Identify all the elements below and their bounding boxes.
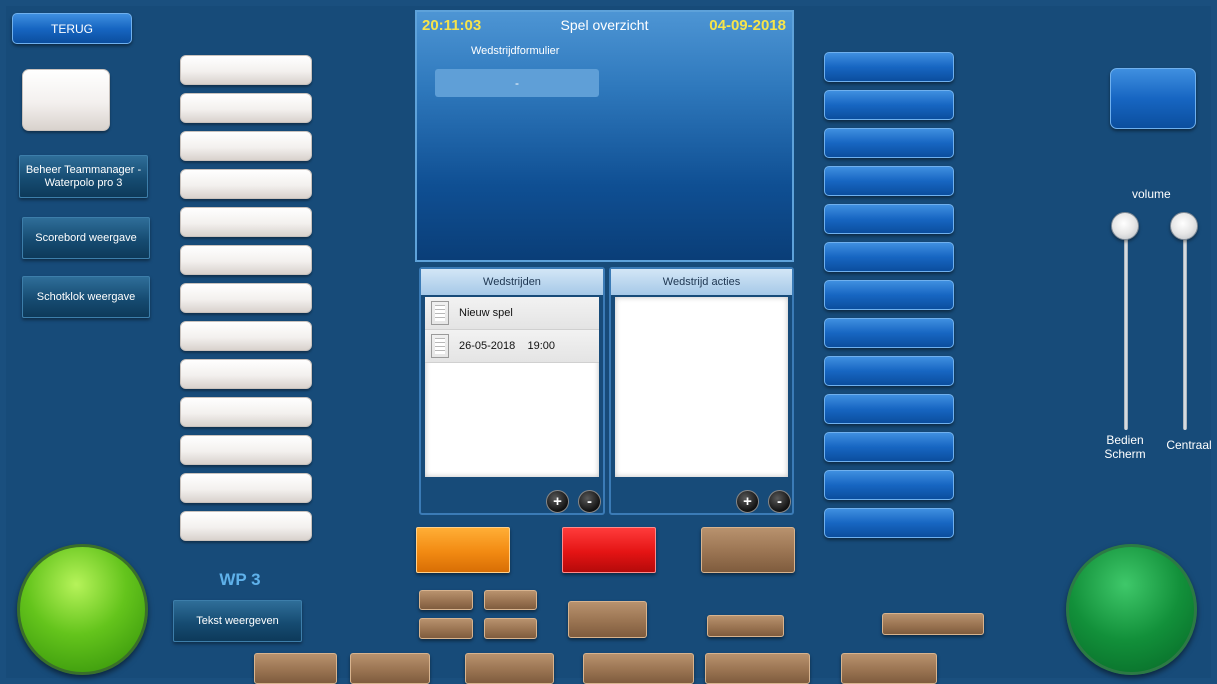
match-actions-panel: Wedstrijd acties + - [609,267,794,515]
document-icon [431,334,449,358]
brown-button-large[interactable] [701,527,795,573]
shot-clock-view-button[interactable]: Schotklok weergave [22,276,150,318]
scoreboard-view-button[interactable]: Scorebord weergave [22,217,150,259]
brown-button-small-1[interactable] [419,590,473,610]
remove-match-button[interactable]: - [578,490,601,513]
central-volume-label: Centraal [1166,438,1212,452]
blue-button-5[interactable] [824,204,954,234]
bottom-button-1[interactable] [254,653,337,684]
white-button-1[interactable] [180,55,312,85]
screen-volume-track[interactable] [1124,226,1128,430]
brown-button-small-4[interactable] [484,618,537,639]
blue-button-3[interactable] [824,128,954,158]
white-button-10[interactable] [180,397,312,427]
game-overview-panel: 20:11:03 Spel overzicht 04-09-2018 Wedst… [415,10,794,262]
white-button-3[interactable] [180,131,312,161]
blue-button-12[interactable] [824,470,954,500]
list-item[interactable]: 26-05-2018 19:00 [425,330,599,363]
bottom-button-6[interactable] [841,653,937,684]
blue-button-1[interactable] [824,52,954,82]
blue-button-7[interactable] [824,280,954,310]
white-button-12[interactable] [180,473,312,503]
match-form-selector[interactable]: - [435,69,599,97]
blue-button-13[interactable] [824,508,954,538]
teammanager-button[interactable]: Beheer Teammanager - Waterpolo pro 3 [19,155,148,198]
brown-button-wide-2[interactable] [882,613,984,635]
back-button[interactable]: TERUG [12,13,132,44]
white-button-9[interactable] [180,359,312,389]
add-action-button[interactable]: + [736,490,759,513]
white-button-5[interactable] [180,207,312,237]
actions-panel-title: Wedstrijd acties [611,269,792,295]
central-volume-knob[interactable] [1170,212,1198,240]
blue-button-9[interactable] [824,356,954,386]
back-button-label: TERUG [51,21,93,36]
bottom-button-2[interactable] [350,653,430,684]
white-button-11[interactable] [180,435,312,465]
list-item-text: Nieuw spel [459,307,513,319]
top-right-button[interactable] [1110,68,1196,129]
list-item-text: 26-05-2018 19:00 [459,340,556,352]
white-button-7[interactable] [180,283,312,313]
white-button-8[interactable] [180,321,312,351]
blue-button-11[interactable] [824,432,954,462]
blue-button-6[interactable] [824,242,954,272]
white-button-13[interactable] [180,511,312,541]
blue-button-10[interactable] [824,394,954,424]
matches-list: Nieuw spel 26-05-2018 19:00 [425,297,599,477]
show-text-button[interactable]: Tekst weergeven [173,600,302,642]
matches-panel-title: Wedstrijden [421,269,603,295]
red-button[interactable] [562,527,656,573]
start-light-green-button[interactable] [17,544,148,675]
document-icon [431,301,449,325]
brown-button-small-2[interactable] [484,590,537,610]
add-match-button[interactable]: + [546,490,569,513]
logo-button[interactable] [22,69,110,131]
blue-button-2[interactable] [824,90,954,120]
actions-list [615,297,788,477]
blue-button-8[interactable] [824,318,954,348]
match-form-label: Wedstrijdformulier [471,45,560,57]
list-item[interactable]: Nieuw spel [425,297,599,330]
matches-panel: Wedstrijden Nieuw spel 26-05-2018 19:00 … [419,267,605,515]
team-label: WP 3 [219,570,261,589]
bottom-button-5[interactable] [705,653,810,684]
brown-button-wide-1[interactable] [707,615,784,637]
brown-button-medium[interactable] [568,601,647,638]
remove-action-button[interactable]: - [768,490,791,513]
start-dark-green-button[interactable] [1066,544,1197,675]
blue-button-4[interactable] [824,166,954,196]
white-button-6[interactable] [180,245,312,275]
brown-button-small-3[interactable] [419,618,473,639]
volume-label: volume [1132,187,1171,201]
white-button-4[interactable] [180,169,312,199]
screen-volume-label: Bedien Scherm [1104,433,1146,461]
bottom-button-3[interactable] [465,653,554,684]
bottom-button-4[interactable] [583,653,694,684]
screen-volume-knob[interactable] [1111,212,1139,240]
central-volume-track[interactable] [1183,226,1187,430]
current-date: 04-09-2018 [709,17,786,34]
orange-button[interactable] [416,527,510,573]
white-button-2[interactable] [180,93,312,123]
